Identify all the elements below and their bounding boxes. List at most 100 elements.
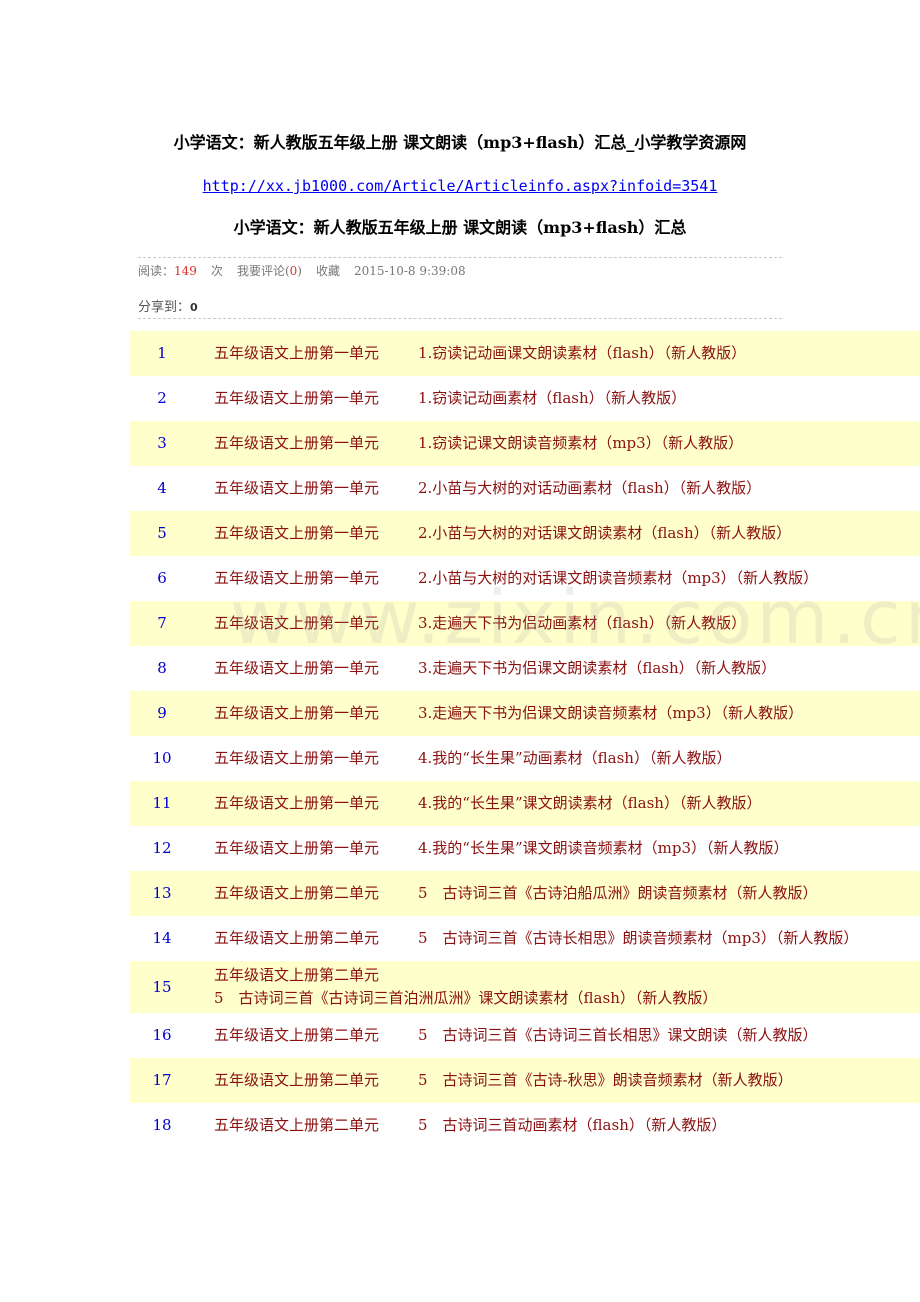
list-item[interactable]: 1 五年级语文上册第一单元 1.窃读记动画课文朗读素材（flash）（新人教版） [130,331,920,376]
item-title: 3.走遍天下书为侣课文朗读音频素材（mp3）（新人教版） [418,704,804,722]
item-number: 2 [157,389,167,407]
item-number: 8 [157,659,167,677]
item-link[interactable]: 五年级语文上册第一单元 4.我的“长生果”课文朗读素材（flash）（新人教版） [214,781,920,826]
item-number: 12 [152,839,172,857]
item-unit: 五年级语文上册第一单元 [214,434,380,452]
item-title: 2.小苗与大树的对话课文朗读音频素材（mp3）（新人教版） [418,569,819,587]
comment-close: ) [297,264,302,278]
item-title: 4.我的“长生果”课文朗读素材（flash）（新人教版） [418,794,762,812]
list-item[interactable]: 13 五年级语文上册第二单元 5 古诗词三首《古诗泊船瓜洲》朗读音频素材（新人教版） [130,871,920,916]
read-count: 149 [174,264,197,278]
item-unit: 五年级语文上册第二单元 [214,1116,380,1134]
item-link[interactable]: 五年级语文上册第二单元 5 古诗词三首《古诗-秋思》朗读音频素材（新人教版） [214,1058,920,1103]
read-label: 阅读： [138,264,175,278]
item-number: 7 [157,614,167,632]
list-item[interactable]: 10 五年级语文上册第一单元 4.我的“长生果”动画素材（flash）（新人教版） [130,736,920,781]
item-number: 18 [152,1116,172,1134]
item-number: 6 [157,569,167,587]
item-title: 2.小苗与大树的对话动画素材（flash）（新人教版） [418,479,762,497]
item-unit: 五年级语文上册第一单元 [214,839,380,857]
list-item[interactable]: 12 五年级语文上册第一单元 4.我的“长生果”课文朗读音频素材（mp3）（新人教版… [130,826,920,871]
list-item[interactable]: 7 五年级语文上册第一单元 3.走遍天下书为侣动画素材（flash）（新人教版） [130,601,920,646]
share-label[interactable]: 分享到： [138,300,190,315]
item-unit: 五年级语文上册第二单元 [214,1026,380,1044]
item-link[interactable]: 五年级语文上册第二单元 5 古诗词三首《古诗词三首泊洲瓜洲》课文朗读素材（flas… [196,964,920,1010]
item-title: 4.我的“长生果”动画素材（flash）（新人教版） [418,749,732,767]
comment-label: 我要评论( [236,264,290,278]
item-unit: 五年级语文上册第二单元 [214,1071,380,1089]
item-title: 5 古诗词三首《古诗泊船瓜洲》朗读音频素材（新人教版） [418,884,818,902]
item-link[interactable]: 五年级语文上册第一单元 1.窃读记动画素材（flash）（新人教版） [214,376,920,421]
item-link[interactable]: 五年级语文上册第一单元 2.小苗与大树的对话课文朗读音频素材（mp3）（新人教版） [214,556,920,601]
list-item[interactable]: 2 五年级语文上册第一单元 1.窃读记动画素材（flash）（新人教版） [130,376,920,421]
article-title: 小学语文：新人教版五年级上册 课文朗读（mp3+flash）汇总 [233,218,687,237]
item-title: 2.小苗与大树的对话课文朗读素材（flash）（新人教版） [418,524,792,542]
item-link[interactable]: 五年级语文上册第一单元 3.走遍天下书为侣课文朗读素材（flash）（新人教版） [214,646,920,691]
list-item[interactable]: 5 五年级语文上册第一单元 2.小苗与大树的对话课文朗读素材（flash）（新人教版… [130,511,920,556]
item-number: 11 [152,794,172,812]
item-link[interactable]: 五年级语文上册第一单元 2.小苗与大树的对话动画素材（flash）（新人教版） [214,466,920,511]
item-unit: 五年级语文上册第一单元 [214,479,380,497]
item-title: 5 古诗词三首《古诗词三首长相思》课文朗读（新人教版） [418,1026,818,1044]
page-title: 小学语文：新人教版五年级上册 课文朗读（mp3+flash）汇总_小学教学资源网 [173,133,747,152]
item-unit: 五年级语文上册第一单元 [214,344,380,362]
item-title: 1.窃读记动画课文朗读素材（flash）（新人教版） [418,344,747,362]
item-unit: 五年级语文上册第二单元 [214,966,380,984]
item-number: 3 [157,434,167,452]
item-number: 10 [152,749,172,767]
item-unit: 五年级语文上册第一单元 [214,659,380,677]
item-link[interactable]: 五年级语文上册第一单元 1.窃读记动画课文朗读素材（flash）（新人教版） [214,331,920,376]
list-item[interactable]: 11 五年级语文上册第一单元 4.我的“长生果”课文朗读素材（flash）（新人教版… [130,781,920,826]
item-title: 5 古诗词三首《古诗词三首泊洲瓜洲》课文朗读素材（flash）（新人教版） [214,989,718,1007]
item-title: 1.窃读记动画素材（flash）（新人教版） [418,389,687,407]
item-unit: 五年级语文上册第一单元 [214,389,380,407]
list-item[interactable]: 4 五年级语文上册第一单元 2.小苗与大树的对话动画素材（flash）（新人教版） [130,466,920,511]
list-item[interactable]: 6 五年级语文上册第一单元 2.小苗与大树的对话课文朗读音频素材（mp3）（新人教版… [130,556,920,601]
article-link[interactable]: http://xx.jb1000.com/Article/Articleinfo… [0,174,920,198]
list-item[interactable]: 3 五年级语文上册第一单元 1.窃读记课文朗读音频素材（mp3）（新人教版） [130,421,920,466]
item-unit: 五年级语文上册第一单元 [214,524,380,542]
item-unit: 五年级语文上册第一单元 [214,794,380,812]
item-number: 5 [157,524,167,542]
item-unit: 五年级语文上册第二单元 [214,929,380,947]
share-count: 0 [190,301,198,314]
item-link[interactable]: 五年级语文上册第一单元 1.窃读记课文朗读音频素材（mp3）（新人教版） [214,421,920,466]
list-item[interactable]: 18 五年级语文上册第二单元 5 古诗词三首动画素材（flash）（新人教版） [130,1103,920,1148]
item-title: 5 古诗词三首《古诗长相思》朗读音频素材（mp3）（新人教版） [418,929,859,947]
item-link[interactable]: 五年级语文上册第一单元 4.我的“长生果”课文朗读音频素材（mp3）（新人教版） [214,826,920,871]
divider [138,257,782,258]
item-title: 5 古诗词三首动画素材（flash）（新人教版） [418,1116,727,1134]
share-bar: 分享到：0 [138,299,198,317]
item-title: 3.走遍天下书为侣课文朗读素材（flash）（新人教版） [418,659,777,677]
favorite-link[interactable]: 收藏 [316,264,340,278]
item-number: 15 [152,978,172,996]
item-number: 14 [152,929,172,947]
list-item[interactable]: 17 五年级语文上册第二单元 5 古诗词三首《古诗-秋思》朗读音频素材（新人教版） [130,1058,920,1103]
item-link[interactable]: 五年级语文上册第二单元 5 古诗词三首《古诗长相思》朗读音频素材（mp3）（新人教… [214,916,920,961]
item-link[interactable]: 五年级语文上册第一单元 4.我的“长生果”动画素材（flash）（新人教版） [214,736,920,781]
item-link[interactable]: 五年级语文上册第一单元 3.走遍天下书为侣课文朗读音频素材（mp3）（新人教版） [214,691,920,736]
item-number: 9 [157,704,167,722]
item-title: 1.窃读记课文朗读音频素材（mp3）（新人教版） [418,434,744,452]
item-unit: 五年级语文上册第一单元 [214,704,380,722]
list-item[interactable]: 15 五年级语文上册第二单元 5 古诗词三首《古诗词三首泊洲瓜洲》课文朗读素材（fl… [130,961,920,1013]
item-title: 3.走遍天下书为侣动画素材（flash）（新人教版） [418,614,747,632]
article-meta: 阅读：149 次我要评论(0) 收藏 2015-10-8 9:39:08 [138,262,474,280]
item-link[interactable]: 五年级语文上册第二单元 5 古诗词三首动画素材（flash）（新人教版） [214,1103,920,1148]
item-unit: 五年级语文上册第一单元 [214,569,380,587]
post-datetime: 2015-10-8 9:39:08 [353,264,466,278]
item-link[interactable]: 五年级语文上册第一单元 3.走遍天下书为侣动画素材（flash）（新人教版） [214,601,920,646]
list-item[interactable]: 14 五年级语文上册第二单元 5 古诗词三首《古诗长相思》朗读音频素材（mp3）（新… [130,916,920,961]
item-number: 17 [152,1071,172,1089]
item-link[interactable]: 五年级语文上册第二单元 5 古诗词三首《古诗泊船瓜洲》朗读音频素材（新人教版） [214,871,920,916]
item-title: 4.我的“长生果”课文朗读音频素材（mp3）（新人教版） [418,839,789,857]
list-item[interactable]: 8 五年级语文上册第一单元 3.走遍天下书为侣课文朗读素材（flash）（新人教版） [130,646,920,691]
times-label: 次 [210,264,223,278]
item-link[interactable]: 五年级语文上册第二单元 5 古诗词三首《古诗词三首长相思》课文朗读（新人教版） [214,1013,920,1058]
item-unit: 五年级语文上册第二单元 [214,884,380,902]
list-item[interactable]: 9 五年级语文上册第一单元 3.走遍天下书为侣课文朗读音频素材（mp3）（新人教版） [130,691,920,736]
comment-link[interactable]: 我要评论(0) [237,264,302,278]
item-link[interactable]: 五年级语文上册第一单元 2.小苗与大树的对话课文朗读素材（flash）（新人教版） [214,511,920,556]
list-item[interactable]: 16 五年级语文上册第二单元 5 古诗词三首《古诗词三首长相思》课文朗读（新人教版） [130,1013,920,1058]
item-number: 1 [157,344,167,362]
